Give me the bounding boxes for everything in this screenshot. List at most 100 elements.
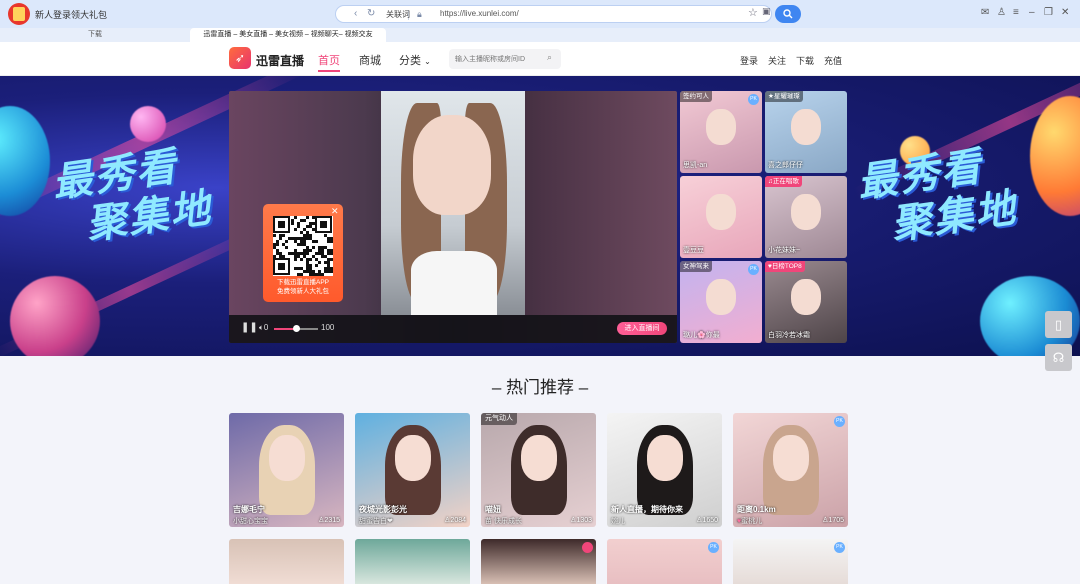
nav-mall[interactable]: 商城 xyxy=(359,52,381,68)
recommend-card[interactable]: PK 距离0.1km ♥蜜桃儿 ♙1705 xyxy=(733,413,848,527)
qr-module xyxy=(324,246,327,249)
streamer-shirt xyxy=(411,251,497,315)
qr-module xyxy=(303,219,306,222)
pause-icon[interactable]: ❚❚ xyxy=(241,322,258,333)
recommend-card-partial[interactable]: PK xyxy=(607,539,722,584)
nav-category-label: 分类 xyxy=(399,55,421,67)
recommend-card-partial[interactable] xyxy=(481,539,596,584)
recommend-card[interactable]: 元气动人 喵妞 苗 快乐成长 ♙1303 xyxy=(481,413,596,527)
recommend-card[interactable]: 夜城光影彭光 甜蜜告白❤ ♙2084 xyxy=(355,413,470,527)
qr-module xyxy=(327,267,330,270)
follow-link[interactable]: 关注 xyxy=(768,54,786,67)
search-input[interactable] xyxy=(455,52,545,66)
video-stream[interactable] xyxy=(381,91,525,315)
qr-module xyxy=(306,261,309,264)
card-subtitle: 苗 快乐成长 xyxy=(485,518,522,525)
qr-module xyxy=(300,240,303,243)
volume-knob[interactable] xyxy=(293,325,300,332)
streamer-thumb xyxy=(647,435,683,481)
recommend-card[interactable]: 新人直播，期待你来 婉儿 ♙1650 xyxy=(607,413,722,527)
qr-module xyxy=(312,222,315,225)
volume-min: 0 xyxy=(263,323,269,332)
side-stream-card[interactable]: 签约可人 PK 思凯-an xyxy=(680,91,762,173)
qr-module xyxy=(321,273,324,276)
qr-module xyxy=(306,216,309,219)
side-stream-card[interactable]: ♫正在唱歌 小花妹妹~ xyxy=(765,176,847,258)
player-controls: ❚❚ 🔈︎0 100 进入直播间 xyxy=(229,315,677,343)
phone-icon[interactable]: ▯ xyxy=(1045,311,1072,338)
qr-module xyxy=(279,252,282,255)
card-views-count: 1650 xyxy=(702,517,718,524)
enter-room-button[interactable]: 进入直播间 xyxy=(617,322,667,335)
qr-module xyxy=(300,237,303,240)
qr-module xyxy=(309,234,312,237)
side-stream-card[interactable]: ♥日榜TOP8 白羽冷若冰霜 xyxy=(765,261,847,343)
recommend-card-partial[interactable] xyxy=(355,539,470,584)
recommend-card[interactable]: 吉娜毛宁 小甜心宝宝 ♙2315 xyxy=(229,413,344,527)
volume-icon[interactable]: 🔈︎0 xyxy=(259,323,268,333)
side-stream-card[interactable]: 女神驾来 PK 璐儿🌸你最 xyxy=(680,261,762,343)
qr-module xyxy=(309,273,312,276)
card-title: 距离0.1km xyxy=(737,505,776,514)
qr-module xyxy=(309,237,312,240)
tab-download[interactable]: 下载 xyxy=(0,28,190,42)
card-views: ♙1705 xyxy=(822,516,844,524)
brand-name[interactable]: 迅雷直播 xyxy=(256,52,304,69)
brand-logo-icon[interactable]: ➶ xyxy=(229,47,251,69)
recommend-card-partial[interactable] xyxy=(229,539,344,584)
bookmark-star-icon[interactable]: ☆ xyxy=(748,6,758,19)
qr-module xyxy=(309,225,312,228)
qr-module xyxy=(294,252,297,255)
streamer-thumb xyxy=(791,279,821,315)
headset-icon[interactable]: ☊ xyxy=(1045,344,1072,371)
pk-badge-icon: PK xyxy=(708,542,719,553)
qr-module xyxy=(273,234,276,237)
reader-icon[interactable]: ▣ xyxy=(762,6,771,17)
restore-icon[interactable]: ❐ xyxy=(1044,7,1053,18)
qr-module xyxy=(324,261,327,264)
qr-module xyxy=(312,273,315,276)
qr-module xyxy=(306,267,309,270)
menu-icon[interactable]: ≡ xyxy=(1013,7,1019,18)
recharge-link[interactable]: 充值 xyxy=(824,54,842,67)
volume-slider[interactable] xyxy=(274,325,318,332)
qr-module xyxy=(279,237,282,240)
qr-module xyxy=(315,258,318,261)
side-stream-card[interactable]: ★星耀璀璨 喜之郎仔仔 xyxy=(765,91,847,173)
recommend-card-partial[interactable]: PK xyxy=(733,539,848,584)
site-search[interactable]: ⌕ xyxy=(449,49,561,69)
streamer-thumb xyxy=(773,435,809,481)
nav-category[interactable]: 分类 ⌄ xyxy=(399,52,431,68)
browser-search-button[interactable] xyxy=(775,5,801,23)
qr-module xyxy=(297,255,300,258)
side-stream-card[interactable]: 壹豆豆 xyxy=(680,176,762,258)
qr-module xyxy=(315,273,318,276)
qr-module xyxy=(306,231,309,234)
qr-caption: 下载迅雷直播APP 免费领新人大礼包 xyxy=(263,278,343,296)
download-link[interactable]: 下载 xyxy=(796,54,814,67)
search-icon[interactable]: ⌕ xyxy=(547,52,552,63)
card-views-count: 2315 xyxy=(324,517,340,524)
qr-module xyxy=(309,222,312,225)
qr-caption-line2: 免费领新人大礼包 xyxy=(277,288,329,295)
qr-module xyxy=(321,246,324,249)
login-link[interactable]: 登录 xyxy=(740,54,758,67)
qr-module xyxy=(303,237,306,240)
nav-home[interactable]: 首页 xyxy=(318,52,340,68)
shirt-icon[interactable]: ♙ xyxy=(997,7,1006,18)
qr-module xyxy=(327,237,330,240)
close-icon[interactable]: ✕ xyxy=(1061,7,1069,18)
streamer-face xyxy=(413,115,491,215)
qr-module xyxy=(303,234,306,237)
reload-icon[interactable]: ↻ xyxy=(367,8,375,19)
qr-module xyxy=(288,237,291,240)
address-url[interactable]: https://live.xunlei.com/ xyxy=(440,9,519,18)
promo-text[interactable]: 新人登录领大礼包 xyxy=(35,8,107,21)
qr-promo-card[interactable]: ✕ 下载迅雷直播APP 免费领新人大礼包 xyxy=(263,204,343,302)
tab-xunlei-live[interactable]: 迅雷直播 – 美女直播 – 美女视频 – 视频聊天– 视频交友 xyxy=(190,28,386,42)
back-icon[interactable]: ‹ xyxy=(354,8,357,19)
minimize-icon[interactable]: – xyxy=(1029,7,1035,18)
mail-icon[interactable]: ✉ xyxy=(981,7,989,18)
browser-app-icon[interactable] xyxy=(8,3,30,25)
qr-module xyxy=(306,246,309,249)
